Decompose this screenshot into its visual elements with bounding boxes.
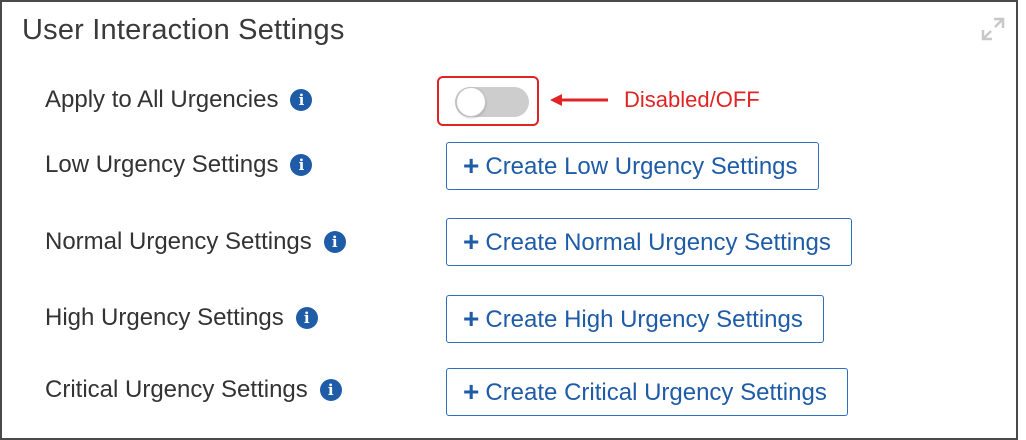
expand-icon[interactable] <box>980 16 1006 42</box>
create-high-urgency-label: Create High Urgency Settings <box>485 306 803 333</box>
disabled-off-annotation: Disabled/OFF <box>624 87 760 112</box>
info-icon[interactable]: i <box>319 379 342 401</box>
create-critical-urgency-label: Create Critical Urgency Settings <box>485 379 827 406</box>
toggle-knob <box>456 87 486 117</box>
apply-all-row: Apply to All Urgencies i <box>45 86 313 114</box>
high-urgency-label: High Urgency Settings <box>45 304 284 331</box>
low-urgency-row: Low Urgency Settings i <box>45 151 313 179</box>
create-critical-urgency-button[interactable]: + Create Critical Urgency Settings <box>446 368 848 416</box>
normal-urgency-row: Normal Urgency Settings i <box>45 228 346 256</box>
plus-icon: + <box>463 303 480 334</box>
info-icon[interactable]: i <box>290 89 313 111</box>
create-low-urgency-button[interactable]: + Create Low Urgency Settings <box>446 142 819 190</box>
high-urgency-row: High Urgency Settings i <box>45 304 318 332</box>
apply-all-toggle[interactable] <box>455 87 529 117</box>
create-normal-urgency-button[interactable]: + Create Normal Urgency Settings <box>446 218 852 266</box>
critical-urgency-row: Critical Urgency Settings i <box>45 376 342 404</box>
panel-title: User Interaction Settings <box>22 14 345 46</box>
info-icon[interactable]: i <box>323 231 346 253</box>
create-high-urgency-button[interactable]: + Create High Urgency Settings <box>446 295 824 343</box>
normal-urgency-label: Normal Urgency Settings <box>45 228 312 255</box>
arrow-left-icon <box>550 94 608 106</box>
create-normal-urgency-label: Create Normal Urgency Settings <box>485 229 831 256</box>
info-icon[interactable]: i <box>290 154 313 176</box>
critical-urgency-label: Critical Urgency Settings <box>45 376 308 403</box>
user-interaction-settings-panel: User Interaction Settings Apply to All U… <box>0 0 1018 440</box>
plus-icon: + <box>463 150 480 181</box>
create-low-urgency-label: Create Low Urgency Settings <box>485 153 798 180</box>
plus-icon: + <box>463 376 480 407</box>
apply-all-label: Apply to All Urgencies <box>45 86 279 113</box>
info-icon[interactable]: i <box>295 307 318 329</box>
plus-icon: + <box>463 226 480 257</box>
low-urgency-label: Low Urgency Settings <box>45 151 279 178</box>
